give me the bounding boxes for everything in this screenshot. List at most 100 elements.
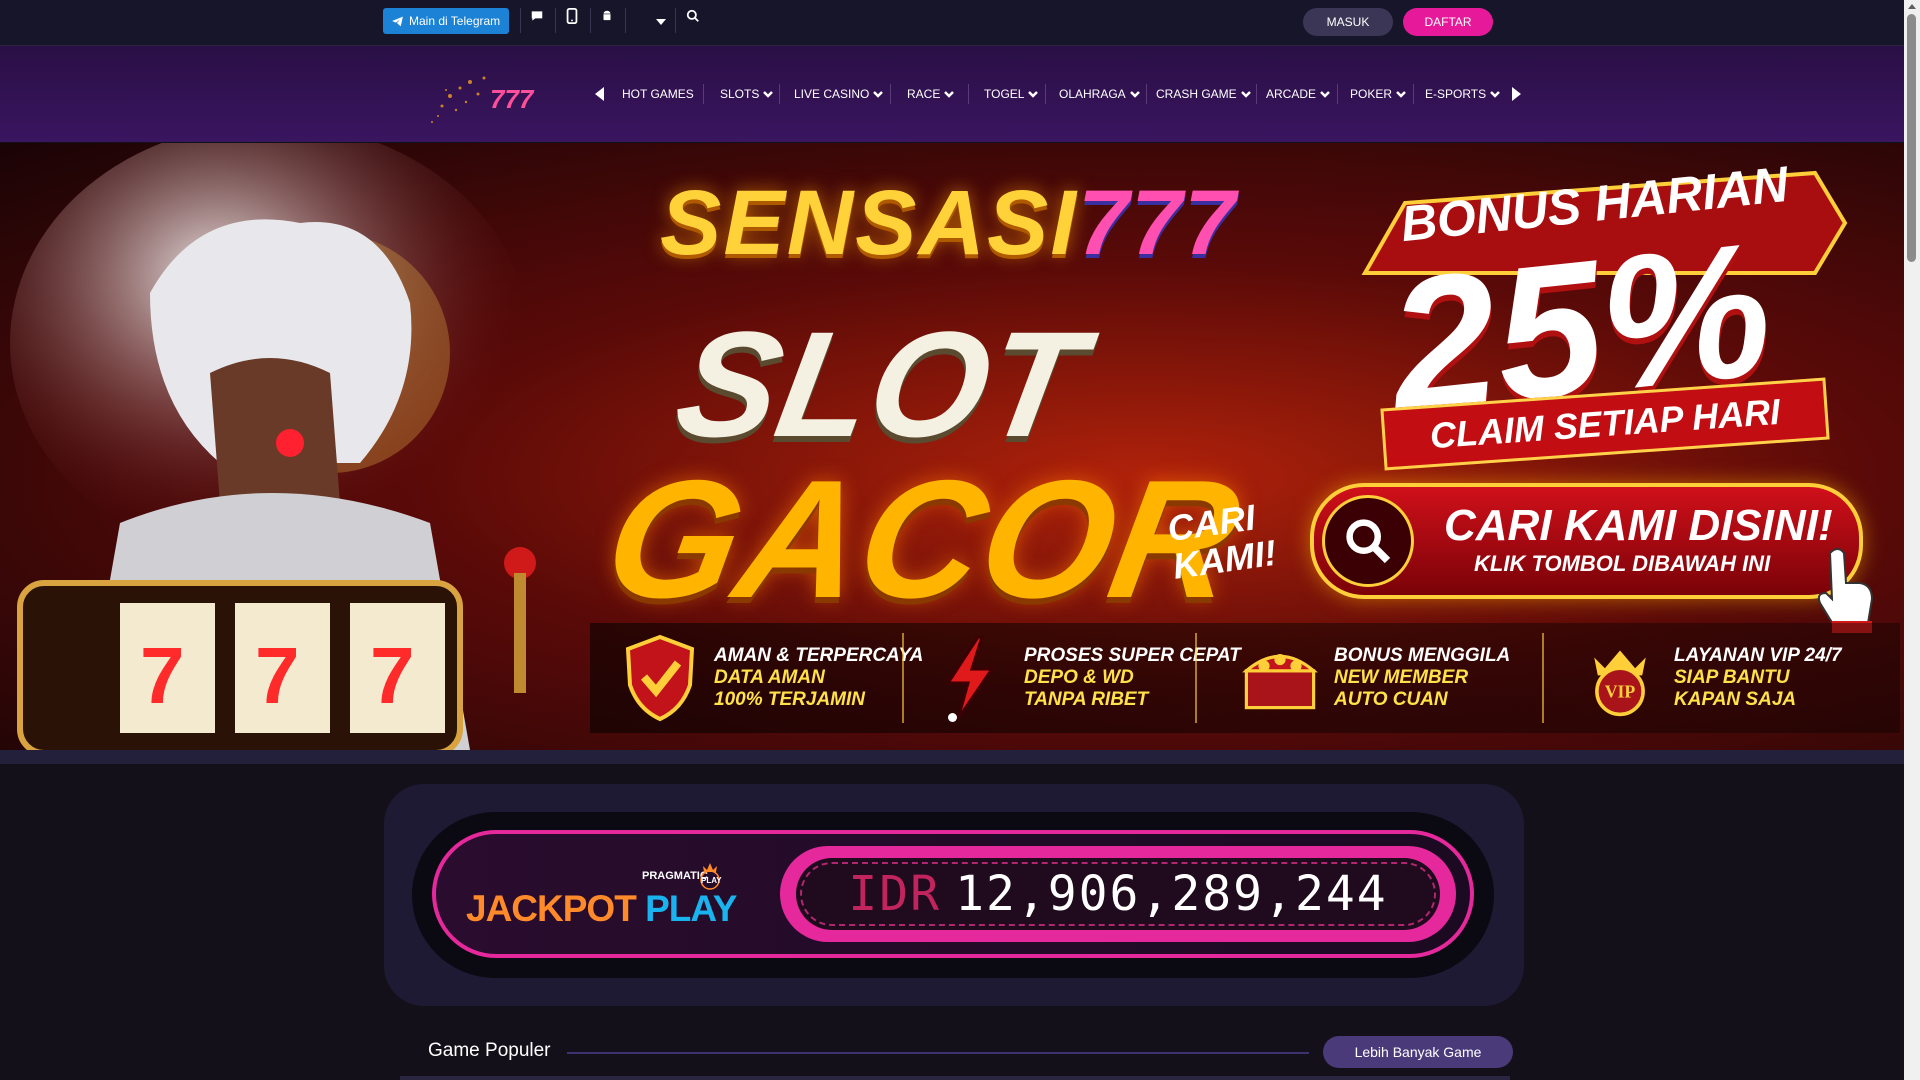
telegram-button-label: Main di Telegram [409,14,501,28]
cta-sub-text: KLIK TOMBOL DIBAWAH INI [1474,551,1771,576]
nav-item-label: E-SPORTS [1425,87,1487,101]
divider [555,8,556,33]
feature-line2: SIAP BANTU [1674,667,1790,688]
feature-line1: LAYANAN VIP 24/7 [1674,645,1842,666]
nav-item-slots[interactable]: SLOTS [720,86,774,102]
chevron-down-icon [763,91,774,98]
nav-item-hot-games[interactable]: HOT GAMES [622,86,694,102]
cari-kami-cta-button[interactable]: CARI KAMI DISINI! KLIK TOMBOL DIBAWAH IN… [1310,483,1863,599]
treasure-chest-icon [1242,654,1318,710]
feature-line3: 100% TERJAMIN [714,689,865,710]
feature-line3: TANPA RIBET [1024,689,1149,710]
vip-crown-icon: VIP [1594,650,1646,717]
scrollbar-thumb[interactable] [1907,14,1916,262]
nav-item-arcade[interactable]: ARCADE [1266,86,1330,102]
banner-title-number: 777 [1077,172,1238,274]
feature-line3: AUTO CUAN [1334,689,1448,710]
divider [1256,84,1257,104]
nav-item-label: CRASH GAME [1156,87,1237,101]
section-divider [567,1052,1309,1054]
svg-text:7: 7 [140,631,185,720]
nav-item-race[interactable]: RACE [907,86,955,102]
divider [675,8,676,33]
carousel-dot-active[interactable] [948,713,957,722]
divider [779,84,780,104]
nav-item-label: POKER [1350,87,1393,101]
chevron-down-icon [1028,91,1039,98]
provider-badge-text: PLAY [701,876,722,885]
divider [968,84,969,104]
feature-line2: DATA AMAN [714,667,825,688]
promo-banner[interactable]: 7 7 7 SENSASI777 SLOT GACOR CARI KAMI! B… [0,143,1904,750]
banner-title-word: SENSASI [660,172,1078,274]
lightning-icon [945,635,995,720]
nav-item-crash-game[interactable]: CRASH GAME [1156,86,1251,102]
nav-item-e-sports[interactable]: E-SPORTS [1425,86,1501,102]
feature-line3: KAPAN SAJA [1674,689,1797,710]
divider [1195,633,1197,723]
scroll-up-arrow-icon[interactable] [1907,2,1917,12]
divider [1542,633,1544,723]
nav-item-togel[interactable]: TOGEL [984,86,1039,102]
divider [625,8,626,33]
divider [520,8,521,33]
nav-next-arrow[interactable] [1509,84,1523,104]
chevron-down-icon[interactable] [650,11,672,33]
android-icon[interactable] [596,5,618,27]
feature-line1: PROSES SUPER CEPAT [1024,645,1241,666]
register-button[interactable]: DAFTAR [1403,8,1493,36]
divider [1146,84,1147,104]
cari-kami-text: CARI KAMI! [1165,496,1279,586]
feature-item: AMAN & TERPERCAYA DATA AMAN 100% TERJAMI… [620,623,923,733]
main-nav: 777 HOT GAMES SLOTS LIVE CASINO RACE TOG… [0,46,1904,142]
more-games-button[interactable]: Lebih Banyak Game [1323,1036,1513,1068]
banner-title: SENSASI777 [660,171,1237,276]
feature-item: BONUS MENGGILA NEW MEMBER AUTO CUAN [1240,623,1510,733]
feature-line2: NEW MEMBER [1334,667,1469,688]
divider [1045,84,1046,104]
jackpot-label-play: PLAY [645,888,737,929]
divider [590,8,591,33]
chevron-down-icon [1240,91,1251,98]
feature-line1: AMAN & TERPERCAYA [714,645,924,666]
nav-item-live-casino[interactable]: LIVE CASINO [794,86,884,102]
jackpot-counter: IDR 12,906,289,244 [796,858,1440,930]
divider [902,633,904,723]
chevron-down-icon [1490,91,1501,98]
banner-bottom-strip [0,750,1904,764]
divider [1337,84,1338,104]
jackpot-amount: 12,906,289,244 [955,866,1388,922]
feature-item: VIP LAYANAN VIP 24/7 SIAP BANTU KAPAN SA… [1580,623,1842,733]
jackpot-label-word: JACKPOT [466,888,637,929]
section-title: Game Populer [428,1040,551,1061]
mobile-phone-icon[interactable] [561,5,583,27]
claim-text: CLAIM SETIAP HARI [1428,390,1782,457]
nav-item-poker[interactable]: POKER [1350,86,1406,102]
nav-item-olahraga[interactable]: OLAHRAGA [1059,86,1140,102]
telegram-button[interactable]: Main di Telegram [383,8,509,34]
nav-item-label: OLAHRAGA [1059,87,1126,101]
jackpot-label: JACKPOT PLAY [466,888,737,930]
hero-character-slot-machine-illustration: 7 7 7 [10,143,536,750]
nav-item-label: ARCADE [1266,87,1317,101]
svg-text:VIP: VIP [1605,682,1636,702]
nav-item-label: SLOTS [720,87,760,101]
site-logo[interactable]: 777 [420,66,545,128]
game-grid-top-edge [400,1076,1510,1080]
search-icon[interactable] [682,5,704,27]
shield-check-icon [625,634,695,722]
svg-text:777: 777 [490,84,535,114]
divider [703,84,704,104]
nav-item-label: RACE [907,87,941,101]
nav-item-label: LIVE CASINO [794,87,870,101]
nav-prev-arrow[interactable] [593,84,607,104]
feature-line2: DEPO & WD [1024,667,1134,688]
chat-icon[interactable] [526,5,548,27]
login-button[interactable]: MASUK [1303,8,1393,36]
divider [1413,84,1414,104]
banner-gacor-text: GACOR [593,445,1252,633]
pointing-hand-icon [1817,548,1874,633]
divider [890,84,891,104]
search-icon [1322,495,1414,587]
chevron-down-icon [1396,91,1406,98]
